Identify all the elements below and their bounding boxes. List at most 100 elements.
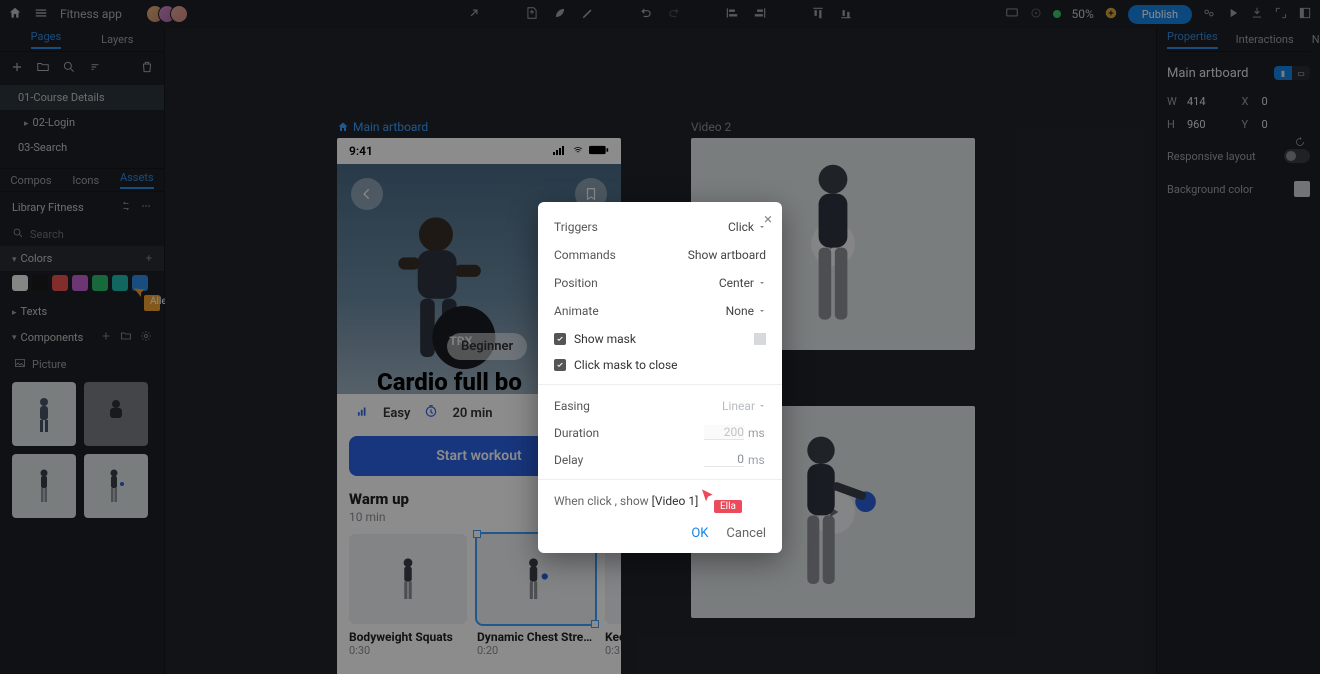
- device-icon[interactable]: [1005, 6, 1019, 23]
- library-name: Library Fitness: [12, 201, 84, 214]
- responsive-toggle[interactable]: [1284, 149, 1310, 163]
- duration-icon: [424, 404, 438, 422]
- phone-statusbar: 9:41: [337, 138, 621, 164]
- leaf-icon[interactable]: [553, 6, 567, 23]
- tab-properties[interactable]: Properties: [1167, 30, 1218, 49]
- section-texts[interactable]: Texts: [0, 299, 164, 324]
- tab-interactions[interactable]: Interactions: [1236, 33, 1294, 46]
- page-item[interactable]: 02-Login: [0, 110, 164, 135]
- swap-icon[interactable]: [112, 200, 132, 215]
- responsive-row: Responsive layout: [1167, 149, 1310, 163]
- ok-button[interactable]: OK: [691, 526, 708, 541]
- swatch[interactable]: [112, 275, 128, 291]
- swatch[interactable]: [52, 275, 68, 291]
- tab-compos[interactable]: Compos: [10, 174, 51, 187]
- color-swatches: Allen: [0, 271, 164, 299]
- animate-dropdown[interactable]: None: [726, 304, 766, 318]
- position-label: Position: [554, 276, 598, 290]
- picture-group[interactable]: Picture: [0, 351, 164, 378]
- menu-icon[interactable]: [34, 6, 48, 23]
- swatch[interactable]: [72, 275, 88, 291]
- align-right-icon[interactable]: [753, 6, 767, 23]
- easing-dropdown[interactable]: Linear: [722, 399, 766, 413]
- section-colors[interactable]: Colors+: [0, 246, 164, 271]
- panel-icon[interactable]: [1298, 6, 1312, 23]
- publish-button[interactable]: Publish: [1128, 5, 1192, 24]
- show-mask-checkbox[interactable]: Show mask: [554, 332, 766, 346]
- tab-notes[interactable]: Notes: [1312, 33, 1320, 46]
- tab-assets[interactable]: Assets: [120, 171, 154, 189]
- triggers-dropdown[interactable]: Click: [728, 220, 766, 234]
- share-icon[interactable]: [1202, 6, 1216, 23]
- fullscreen-icon[interactable]: [1274, 6, 1288, 23]
- gear-icon[interactable]: [132, 330, 152, 345]
- artboard-label-video2[interactable]: Video 2: [691, 120, 731, 134]
- duration-input[interactable]: [704, 425, 744, 440]
- swatch[interactable]: [132, 275, 148, 291]
- height-value[interactable]: 960: [1187, 118, 1236, 131]
- tab-pages[interactable]: Pages: [31, 30, 62, 49]
- align-bottom-icon[interactable]: [839, 6, 853, 23]
- home-icon[interactable]: [8, 6, 22, 23]
- tab-icons[interactable]: Icons: [72, 174, 99, 187]
- click-close-checkbox[interactable]: Click mask to close: [554, 358, 766, 372]
- more-icon[interactable]: [132, 200, 152, 215]
- connector-icon[interactable]: [467, 6, 481, 23]
- swatch[interactable]: [12, 275, 28, 291]
- redo-icon[interactable]: [667, 6, 681, 23]
- delay-input[interactable]: [704, 452, 744, 467]
- dimensions: W414 X0 H960 Y0: [1167, 95, 1310, 131]
- section-components[interactable]: Components: [0, 324, 164, 351]
- width-value[interactable]: 414: [1187, 95, 1236, 108]
- new-folder-icon[interactable]: [36, 60, 50, 77]
- folder-icon[interactable]: [112, 330, 132, 345]
- mask-color-swatch[interactable]: [754, 333, 766, 345]
- right-tabs: Properties Interactions Notes: [1167, 28, 1310, 52]
- trash-icon[interactable]: [140, 60, 154, 77]
- thumbnail[interactable]: [12, 382, 76, 446]
- collaborator-avatars[interactable]: [152, 5, 188, 23]
- export-icon[interactable]: [525, 6, 539, 23]
- signal-icon: [553, 144, 567, 158]
- search-icon: [12, 227, 24, 242]
- wifi-icon: [571, 144, 585, 158]
- thumbnail[interactable]: [12, 454, 76, 518]
- align-top-icon[interactable]: [811, 6, 825, 23]
- close-button[interactable]: ×: [764, 210, 772, 228]
- add-page-icon[interactable]: [10, 60, 24, 77]
- tab-layers[interactable]: Layers: [101, 33, 133, 46]
- exercise-duration: 0:3: [605, 644, 621, 657]
- orientation-toggle[interactable]: ▮▭: [1274, 66, 1310, 80]
- cancel-button[interactable]: Cancel: [726, 526, 766, 541]
- download-icon[interactable]: [1250, 6, 1264, 23]
- add-icon[interactable]: [1104, 6, 1118, 23]
- difficulty: Easy: [383, 406, 410, 421]
- page-item[interactable]: 03-Search: [0, 135, 164, 160]
- y-value[interactable]: 0: [1262, 118, 1311, 131]
- sort-icon[interactable]: [88, 60, 102, 77]
- search-pages-icon[interactable]: [62, 60, 76, 77]
- align-left-icon[interactable]: [725, 6, 739, 23]
- add-color-icon[interactable]: +: [146, 252, 152, 265]
- library-row[interactable]: Library Fitness: [0, 192, 164, 223]
- position-dropdown[interactable]: Center: [719, 276, 766, 290]
- thumbnail[interactable]: [84, 454, 148, 518]
- undo-icon[interactable]: [639, 6, 653, 23]
- target-icon[interactable]: [1029, 6, 1043, 23]
- x-value[interactable]: 0: [1262, 95, 1311, 108]
- pen-icon[interactable]: [581, 6, 595, 23]
- commands-value[interactable]: Show artboard: [688, 248, 766, 262]
- page-item[interactable]: 01-Course Details: [0, 85, 164, 110]
- exercise-card[interactable]: Bodyweight Squats 0:30: [349, 534, 467, 657]
- bgcolor-swatch[interactable]: [1294, 181, 1310, 197]
- add-component-icon[interactable]: [92, 330, 112, 345]
- play-icon[interactable]: [1226, 6, 1240, 23]
- swatch[interactable]: [32, 275, 48, 291]
- thumbnail[interactable]: [84, 382, 148, 446]
- asset-search-input[interactable]: [30, 228, 170, 241]
- exercise-title: Kee: [605, 630, 621, 644]
- artboard-label-main[interactable]: Main artboard: [337, 120, 428, 134]
- selection-title: Main artboard ▮▭: [1167, 66, 1310, 81]
- swatch[interactable]: [92, 275, 108, 291]
- zoom-level[interactable]: 50%: [1071, 7, 1093, 21]
